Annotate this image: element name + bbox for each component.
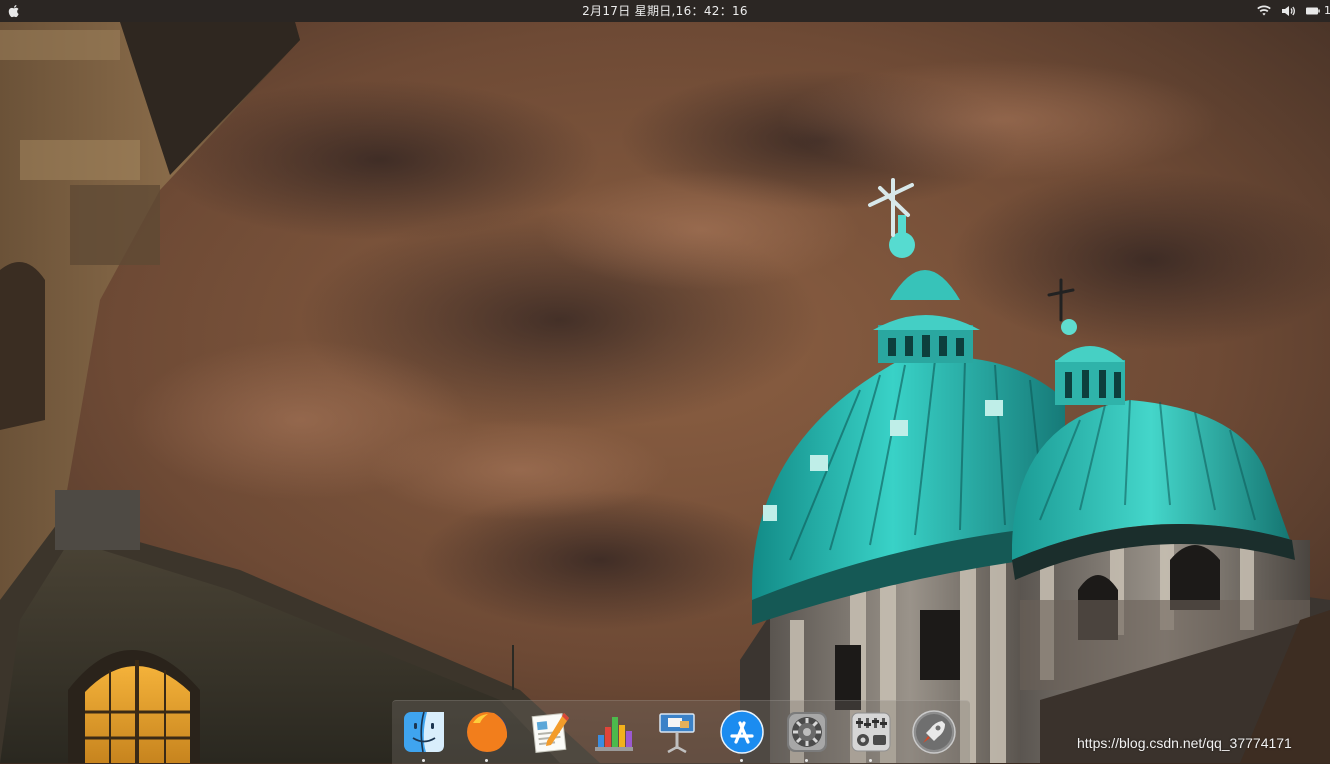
dock-item-control-panel[interactable]: [846, 707, 896, 762]
control-panel-icon: [851, 712, 891, 752]
numbers-icon: [595, 717, 633, 751]
firefox-icon: [467, 712, 508, 752]
dock-item-firefox[interactable]: [462, 707, 512, 762]
finder-icon: [404, 711, 444, 753]
running-indicator: [869, 759, 872, 762]
running-indicator: [422, 759, 425, 762]
battery-icon[interactable]: [1305, 3, 1321, 19]
menubar-truncated-status[interactable]: 1: [1324, 0, 1330, 22]
keynote-icon: [659, 713, 695, 754]
launchpad-icon: [912, 710, 956, 754]
app-store-icon: [720, 710, 764, 754]
desktop-wallpaper: [0, 0, 1330, 763]
wifi-icon[interactable]: [1256, 3, 1272, 19]
top-menu-bar: 2月17日 星期日,16：42：16 1: [0, 0, 1330, 22]
dock-item-launchpad[interactable]: [909, 707, 959, 757]
dock: [392, 700, 970, 764]
dock-item-pages[interactable]: [525, 707, 575, 757]
volume-icon[interactable]: [1280, 3, 1296, 19]
dock-item-finder[interactable]: [399, 707, 449, 762]
dock-item-numbers[interactable]: [589, 707, 639, 757]
running-indicator: [485, 759, 488, 762]
pages-icon: [531, 712, 569, 754]
system-preferences-icon: [787, 712, 827, 752]
dock-item-keynote[interactable]: [652, 707, 702, 757]
menubar-clock[interactable]: 2月17日 星期日,16：42：16: [0, 0, 1330, 22]
watermark-url: https://blog.csdn.net/qq_37774171: [1077, 735, 1292, 751]
running-indicator: [805, 759, 808, 762]
running-indicator: [740, 759, 743, 762]
dock-item-system-preferences[interactable]: [782, 707, 832, 762]
dock-item-app-store[interactable]: [717, 707, 767, 762]
